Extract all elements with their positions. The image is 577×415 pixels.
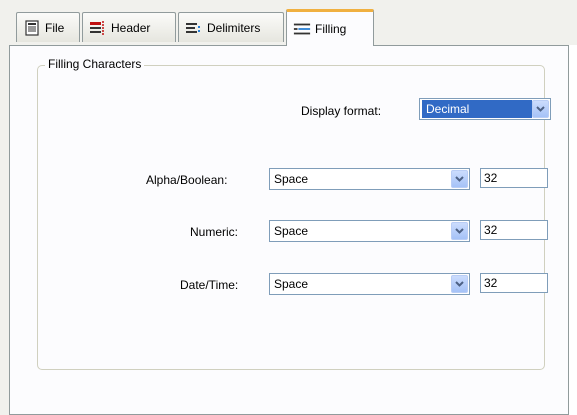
date-time-code-input[interactable]: 32 bbox=[480, 273, 548, 293]
display-format-select[interactable]: Decimal bbox=[419, 98, 551, 120]
alpha-boolean-select[interactable]: Space bbox=[269, 168, 470, 190]
tab-filling[interactable]: Filling bbox=[286, 9, 374, 46]
alpha-boolean-code-input[interactable]: 32 bbox=[480, 168, 548, 188]
numeric-select[interactable]: Space bbox=[269, 220, 470, 242]
display-format-value: Decimal bbox=[422, 100, 532, 118]
tab-header[interactable]: Header bbox=[82, 12, 176, 42]
chevron-down-icon[interactable] bbox=[451, 170, 468, 188]
tab-label: Header bbox=[111, 20, 151, 35]
alpha-boolean-value: Space bbox=[274, 172, 309, 186]
group-title: Filling Characters bbox=[45, 57, 145, 71]
tab-panel: Filling Characters Display format: Decim… bbox=[9, 45, 569, 415]
window-left-edge bbox=[0, 0, 9, 415]
tab-file[interactable]: File bbox=[16, 12, 80, 42]
chevron-down-icon[interactable] bbox=[451, 275, 468, 293]
filling-icon bbox=[293, 20, 311, 38]
numeric-value: Space bbox=[274, 224, 309, 238]
tab-delimiters[interactable]: Delimiters bbox=[178, 12, 284, 42]
chevron-down-icon[interactable] bbox=[532, 100, 549, 118]
header-icon bbox=[89, 19, 107, 37]
numeric-code-input[interactable]: 32 bbox=[480, 220, 548, 240]
date-time-value: Space bbox=[274, 277, 309, 291]
chevron-down-icon[interactable] bbox=[451, 222, 468, 240]
numeric-label: Numeric: bbox=[190, 225, 239, 239]
tab-label: Delimiters bbox=[207, 20, 261, 35]
alpha-boolean-label: Alpha/Boolean: bbox=[146, 173, 228, 187]
tab-label: Filling bbox=[315, 22, 347, 36]
date-time-label: Date/Time: bbox=[180, 278, 239, 292]
file-icon bbox=[23, 19, 41, 37]
tab-label: File bbox=[45, 20, 65, 35]
date-time-select[interactable]: Space bbox=[269, 273, 470, 295]
display-format-label: Display format: bbox=[301, 104, 382, 118]
delimiters-icon bbox=[185, 19, 203, 37]
